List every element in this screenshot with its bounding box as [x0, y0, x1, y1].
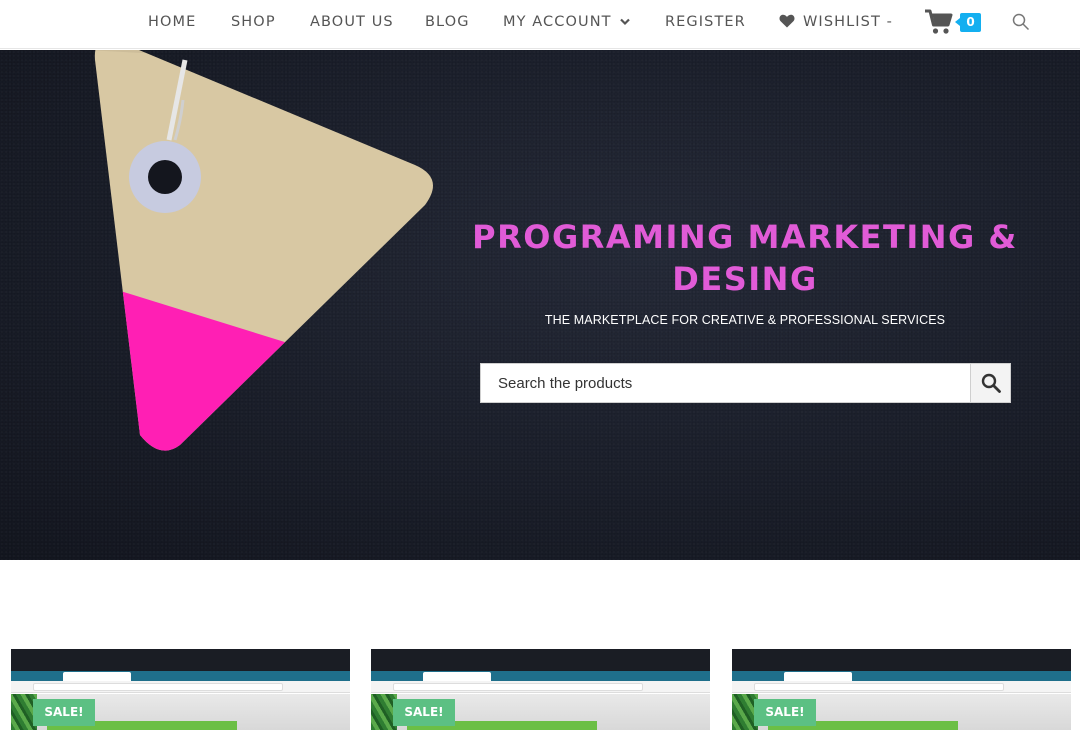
product-thumbnail-tabs: [11, 671, 350, 681]
nav-blog-link[interactable]: BLOG: [425, 13, 470, 31]
chevron-down-icon: [619, 13, 630, 31]
sale-badge: SALE!: [33, 699, 95, 726]
product-thumbnail-urlbar: [33, 683, 283, 691]
nav-home-link[interactable]: HOME: [148, 13, 196, 31]
nav-wishlist-link[interactable]: WISHLIST -: [779, 13, 893, 33]
hero-subtitle: THE MARKETPLACE FOR CREATIVE & PROFESSIO…: [544, 313, 946, 327]
top-navigation: HOME SHOP ABOUT US BLOG MY ACCOUNT REGIS…: [0, 0, 1080, 49]
nav-about-link[interactable]: ABOUT US: [310, 13, 394, 31]
product-thumbnail-tab: [784, 672, 852, 681]
heart-icon: [779, 14, 795, 33]
cart-icon: [925, 9, 953, 39]
product-card[interactable]: SALE!: [371, 649, 710, 730]
product-thumbnail-tabs: [371, 671, 710, 681]
product-card[interactable]: SALE!: [732, 649, 1071, 730]
product-search-form: [480, 363, 1011, 403]
cart-button[interactable]: 0: [925, 9, 983, 37]
product-search-input[interactable]: [481, 364, 971, 402]
product-card[interactable]: SALE!: [11, 649, 350, 730]
product-thumbnail-tab: [63, 672, 131, 681]
price-tag-illustration: [94, 50, 433, 451]
product-thumbnail-tab: [423, 672, 491, 681]
product-thumbnail-urlbar: [754, 683, 1004, 691]
product-thumbnail-urlbar: [393, 683, 643, 691]
product-thumbnail: [732, 649, 1071, 671]
nav-wishlist-label: WISHLIST -: [803, 14, 893, 30]
nav-my-account-menu[interactable]: MY ACCOUNT: [503, 13, 630, 31]
nav-shop-link[interactable]: SHOP: [231, 13, 276, 31]
sale-badge: SALE!: [393, 699, 455, 726]
search-icon[interactable]: [1012, 13, 1030, 31]
hero-banner: PROGRAMING MARKETING & DESING THE MARKET…: [0, 50, 1080, 560]
sale-badge: SALE!: [754, 699, 816, 726]
product-search-button[interactable]: [970, 364, 1010, 402]
nav-my-account-label: MY ACCOUNT: [503, 14, 612, 30]
nav-register-link[interactable]: REGISTER: [665, 13, 746, 31]
product-thumbnail: [371, 649, 710, 671]
product-thumbnail: [11, 649, 350, 671]
product-thumbnail-tabs: [732, 671, 1071, 681]
hero-title: PROGRAMING MARKETING & DESING: [472, 218, 1018, 298]
cart-count-badge: 0: [955, 13, 981, 32]
